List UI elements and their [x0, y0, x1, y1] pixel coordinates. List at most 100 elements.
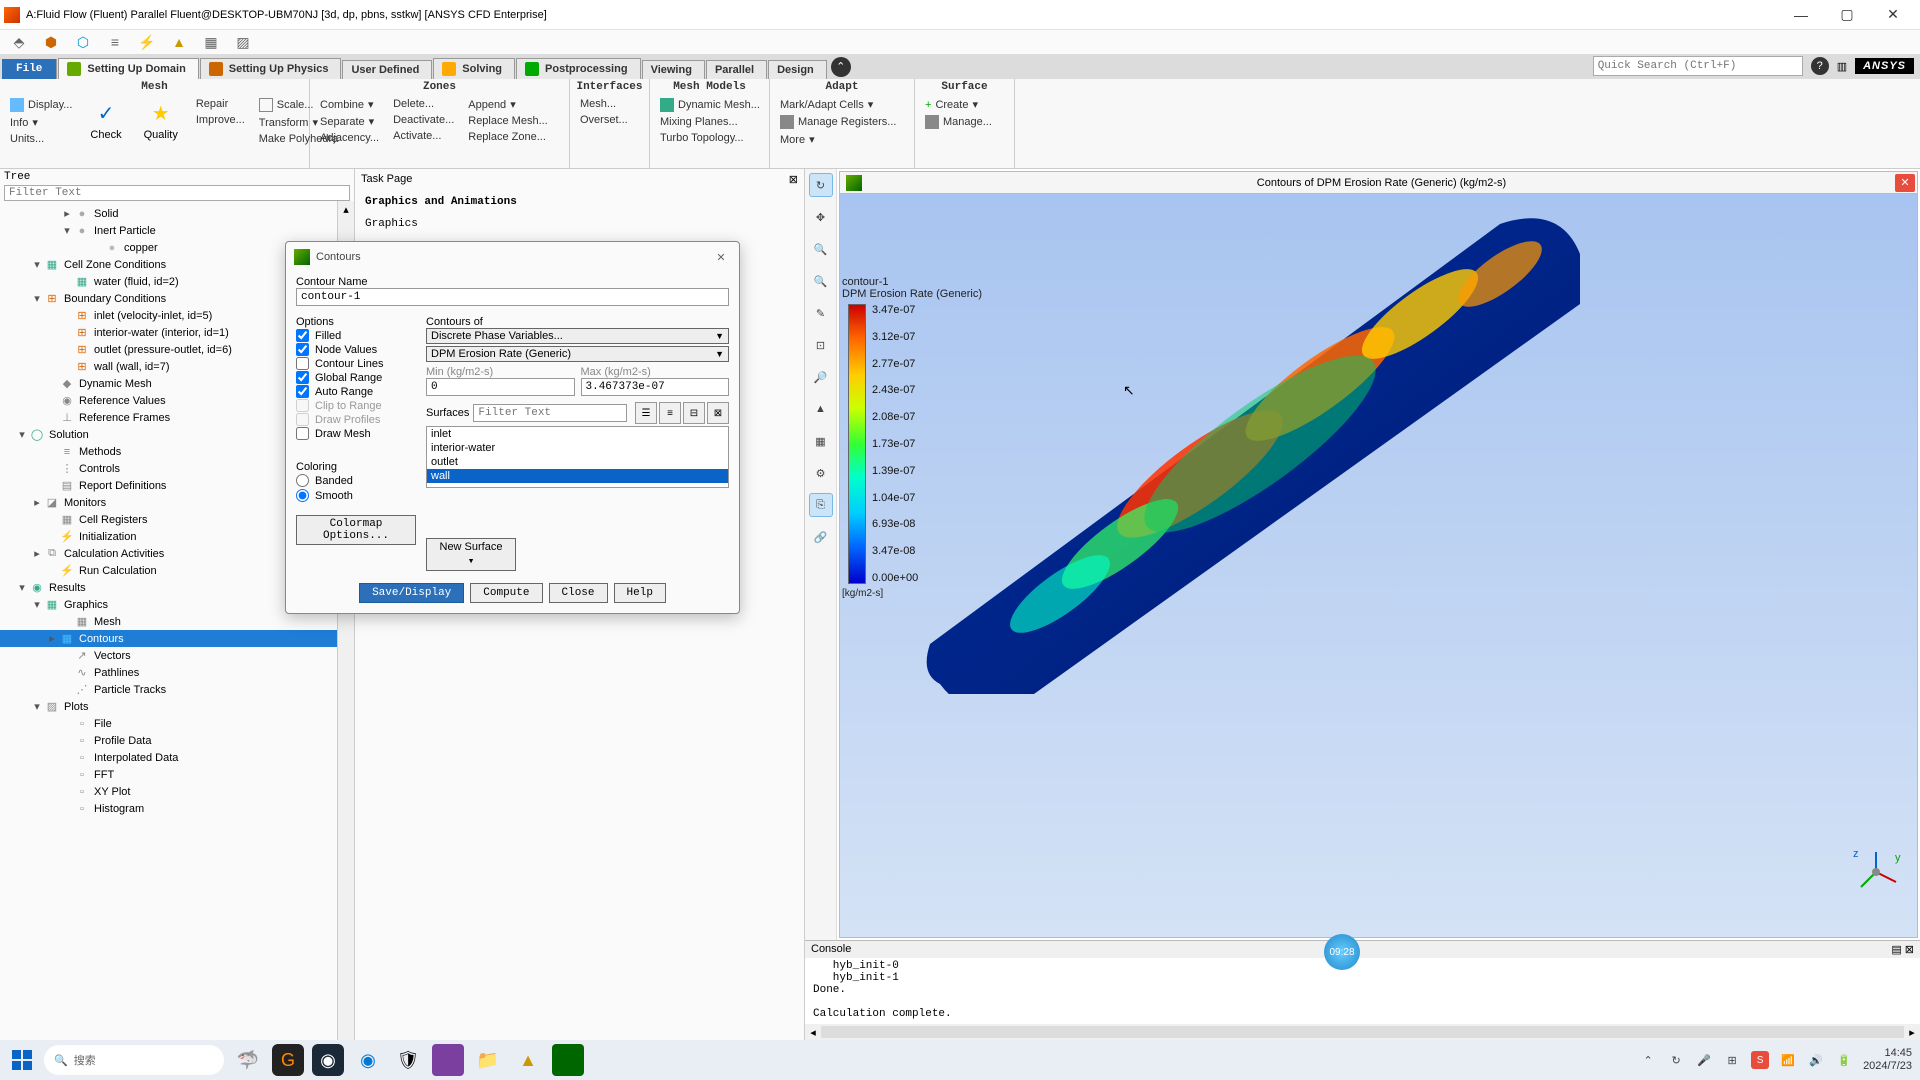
tray-sync-icon[interactable]: ↻: [1667, 1051, 1685, 1069]
colormap-options-button[interactable]: Colormap Options...: [296, 515, 416, 545]
tree-item[interactable]: ▫FFT: [0, 766, 337, 783]
tree-item[interactable]: ▫XY Plot: [0, 783, 337, 800]
contours-of-select2[interactable]: DPM Erosion Rate (Generic)▼: [426, 346, 729, 362]
tab-domain[interactable]: Setting Up Domain: [58, 58, 198, 79]
taskbar-ansys-icon[interactable]: ▲: [512, 1044, 544, 1076]
gfx-link-icon[interactable]: 🔗: [809, 525, 833, 549]
ribbon-adjacency[interactable]: Adjacency...: [318, 131, 381, 145]
ribbon-improve[interactable]: Improve...: [194, 113, 247, 127]
surface-list-item[interactable]: interior-water: [427, 441, 728, 455]
contours-of-select1[interactable]: Discrete Phase Variables...▼: [426, 328, 729, 344]
tree-item[interactable]: ▸●Solid: [0, 205, 337, 222]
gfx-select-icon[interactable]: ▲: [809, 397, 833, 421]
surfaces-listbox[interactable]: inletinterior-wateroutletwall: [426, 426, 729, 488]
tab-solving[interactable]: Solving: [433, 58, 515, 79]
tree-item[interactable]: ▦Mesh: [0, 613, 337, 630]
gfx-probe-icon[interactable]: ✎: [809, 301, 833, 325]
tree-item[interactable]: ▫Histogram: [0, 800, 337, 817]
layout-icon[interactable]: ▥: [1837, 60, 1847, 73]
ribbon-markadapt[interactable]: Mark/Adapt Cells ▾: [778, 97, 898, 112]
ribbon-managesurf[interactable]: Manage...: [923, 114, 994, 130]
tree-item[interactable]: ▫Interpolated Data: [0, 749, 337, 766]
taskbar-clock[interactable]: 14:452024/7/23: [1863, 1047, 1912, 1073]
taskbar-fluent-icon[interactable]: [552, 1044, 584, 1076]
qat-icon[interactable]: ▲: [170, 33, 188, 51]
taskbar-edge-icon[interactable]: ◉: [352, 1044, 384, 1076]
close-button[interactable]: ✕: [1870, 0, 1916, 30]
ribbon-check[interactable]: ✓Check: [84, 97, 127, 143]
option-checkbox[interactable]: Node Values: [296, 343, 416, 356]
ribbon-dynmesh[interactable]: Dynamic Mesh...: [658, 97, 762, 113]
expand-icon[interactable]: ⌃: [831, 57, 851, 77]
ribbon-units[interactable]: Units...: [8, 132, 74, 146]
taskbar-app-icon[interactable]: G: [272, 1044, 304, 1076]
start-button[interactable]: [8, 1046, 36, 1074]
surf-tool-icon[interactable]: ⊠: [707, 402, 729, 424]
tree-item[interactable]: ∿Pathlines: [0, 664, 337, 681]
tab-viewing[interactable]: Viewing: [642, 60, 705, 79]
tab-parallel[interactable]: Parallel: [706, 60, 767, 79]
ribbon-turbo[interactable]: Turbo Topology...: [658, 131, 762, 145]
max-input[interactable]: [581, 378, 730, 396]
help-icon[interactable]: ?: [1811, 57, 1829, 75]
ribbon-overset[interactable]: Overset...: [578, 113, 630, 127]
surface-list-item[interactable]: outlet: [427, 455, 728, 469]
ribbon-managereg[interactable]: Manage Registers...: [778, 114, 898, 130]
ribbon-createsurf[interactable]: +Create ▾: [923, 97, 994, 112]
gfx-settings-icon[interactable]: ⚙: [809, 461, 833, 485]
ribbon-mixing[interactable]: Mixing Planes...: [658, 115, 762, 129]
surf-tool-icon[interactable]: ⊟: [683, 402, 705, 424]
gfx-copy-icon[interactable]: ⎘: [809, 493, 833, 517]
ribbon-quality[interactable]: ★Quality: [138, 97, 184, 143]
ribbon-separate[interactable]: Separate ▾: [318, 114, 381, 129]
console-menu-icon[interactable]: ▤ ⊠: [1891, 943, 1914, 956]
coloring-smooth[interactable]: Smooth: [296, 489, 416, 502]
tray-volume-icon[interactable]: 🔊: [1807, 1051, 1825, 1069]
ribbon-append[interactable]: Append ▾: [466, 97, 549, 112]
close-button[interactable]: Close: [549, 583, 608, 603]
qat-icon[interactable]: ▦: [202, 33, 220, 51]
gfx-fit-icon[interactable]: ⊡: [809, 333, 833, 357]
tree-item[interactable]: ⋰Particle Tracks: [0, 681, 337, 698]
tab-design[interactable]: Design: [768, 60, 827, 79]
tree-item[interactable]: ▸▦Contours: [0, 630, 337, 647]
taskbar-search[interactable]: 🔍搜索: [44, 1045, 224, 1075]
gfx-canvas[interactable]: contour-1DPM Erosion Rate (Generic) 3.47…: [840, 194, 1917, 937]
option-checkbox[interactable]: Auto Range: [296, 385, 416, 398]
tree-filter-input[interactable]: [4, 185, 350, 201]
tray-app-icon[interactable]: ⊞: [1723, 1051, 1741, 1069]
min-input[interactable]: [426, 378, 575, 396]
tree-item[interactable]: ↗Vectors: [0, 647, 337, 664]
quick-search-input[interactable]: [1593, 56, 1803, 76]
minimize-button[interactable]: —: [1778, 0, 1824, 30]
axis-triad[interactable]: z y: [1851, 847, 1901, 897]
tray-wifi-icon[interactable]: 📶: [1779, 1051, 1797, 1069]
contour-name-input[interactable]: [296, 288, 729, 306]
surf-tool-icon[interactable]: ≡: [659, 402, 681, 424]
surface-list-item[interactable]: wall: [427, 469, 728, 483]
taskbar-app-icon[interactable]: 🦈: [232, 1044, 264, 1076]
compute-button[interactable]: Compute: [470, 583, 542, 603]
dialog-close-icon[interactable]: ✕: [711, 251, 731, 264]
gfx-zoomout-icon[interactable]: 🔍: [809, 269, 833, 293]
tab-physics[interactable]: Setting Up Physics: [200, 58, 342, 79]
qat-icon[interactable]: ⬘: [10, 33, 28, 51]
task-close-icon[interactable]: ⊠: [789, 173, 798, 186]
tree-item[interactable]: ▫Profile Data: [0, 732, 337, 749]
tray-mic-icon[interactable]: 🎤: [1695, 1051, 1713, 1069]
surfaces-filter-input[interactable]: [473, 404, 627, 422]
maximize-button[interactable]: ▢: [1824, 0, 1870, 30]
gfx-refresh-icon[interactable]: ↻: [809, 173, 833, 197]
tab-userdef[interactable]: User Defined: [342, 60, 432, 79]
tray-expand-icon[interactable]: ⌃: [1639, 1051, 1657, 1069]
gfx-zoomin-icon[interactable]: 🔍: [809, 237, 833, 261]
file-tab[interactable]: File: [2, 59, 57, 79]
gfx-pan-icon[interactable]: ✥: [809, 205, 833, 229]
taskbar-app-icon[interactable]: 🛡: [392, 1044, 424, 1076]
tray-battery-icon[interactable]: 🔋: [1835, 1051, 1853, 1069]
tab-post[interactable]: Postprocessing: [516, 58, 641, 79]
tree-item[interactable]: ▾▨Plots: [0, 698, 337, 715]
ribbon-info[interactable]: Info ▾: [8, 115, 74, 130]
help-button[interactable]: Help: [614, 583, 666, 603]
ribbon-delete[interactable]: Delete...: [391, 97, 456, 111]
